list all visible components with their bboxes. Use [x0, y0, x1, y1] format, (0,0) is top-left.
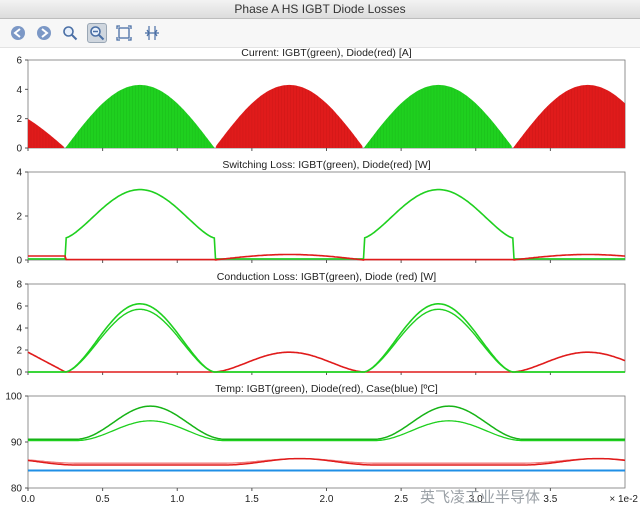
crosshair-icon: [145, 26, 159, 40]
crosshair-button[interactable]: [142, 23, 162, 43]
y-tick-label: 0: [16, 256, 22, 267]
y-tick-label: 80: [11, 484, 23, 495]
y-tick-label: 4: [16, 168, 22, 179]
chart-title: Temp: IGBT(green), Diode(red), Case(blue…: [215, 383, 438, 395]
chart-panel-1: Current: IGBT(green), Diode(red) [A] 0 2 4 6: [16, 47, 626, 155]
zoom-out-button[interactable]: [87, 23, 107, 43]
y-tick-label: 100: [5, 392, 22, 403]
x-tick-label: 0.0: [21, 494, 35, 505]
y-tick-label: 0: [16, 144, 22, 155]
window-title: Phase A HS IGBT Diode Losses: [234, 2, 406, 16]
plot-frame: [27, 283, 626, 373]
fit-to-window-icon: [116, 25, 132, 41]
chart-panel-4: Temp: IGBT(green), Diode(red), Case(blue…: [5, 383, 626, 495]
y-tick-label: 2: [16, 212, 22, 223]
y-tick-label: 8: [16, 280, 22, 291]
y-tick-label: 2: [16, 346, 22, 357]
title-bar: Phase A HS IGBT Diode Losses: [0, 0, 640, 19]
x-tick-label: 0.5: [96, 494, 110, 505]
plot-frame: [27, 171, 626, 261]
y-tick-label: 6: [16, 302, 22, 313]
zoom-button[interactable]: [60, 23, 80, 43]
magnifier-icon: [63, 26, 78, 41]
watermark: 英飞凌工业半导体: [420, 488, 540, 506]
chart-title: Current: IGBT(green), Diode(red) [A]: [241, 47, 411, 59]
y-tick-label: 4: [16, 85, 22, 96]
y-tick-label: 90: [11, 438, 23, 449]
chart-title: Conduction Loss: IGBT(green), Diode (red…: [217, 271, 437, 283]
back-button[interactable]: [8, 23, 28, 43]
x-tick-label: 2.5: [394, 494, 408, 505]
x-tick-label: 3.5: [543, 494, 557, 505]
plot-area[interactable]: Current: IGBT(green), Diode(red) [A] 0 2 4 6…: [0, 47, 640, 510]
forward-button[interactable]: [34, 23, 54, 43]
chart-title: Switching Loss: IGBT(green), Diode(red) …: [222, 159, 430, 171]
x-tick-label: 1.5: [245, 494, 259, 505]
plot-frame: [27, 395, 626, 489]
y-tick-label: 2: [16, 114, 22, 125]
chart-panel-2: Switching Loss: IGBT(green), Diode(red) …: [16, 159, 626, 267]
arrow-right-circle-icon: [37, 26, 51, 40]
x-tick-label: 1.0: [170, 494, 184, 505]
magnifier-minus-icon: [90, 26, 105, 41]
chart-panel-3: Conduction Loss: IGBT(green), Diode (red…: [16, 271, 626, 379]
toolbar: [0, 19, 640, 48]
y-tick-label: 0: [16, 368, 22, 379]
arrow-left-circle-icon: [11, 26, 25, 40]
x-tick-label: 2.0: [320, 494, 334, 505]
y-tick-label: 6: [16, 56, 22, 67]
y-tick-label: 4: [16, 324, 22, 335]
fit-button[interactable]: [114, 23, 134, 43]
x-axis-multiplier: × 1e-2: [609, 494, 638, 505]
